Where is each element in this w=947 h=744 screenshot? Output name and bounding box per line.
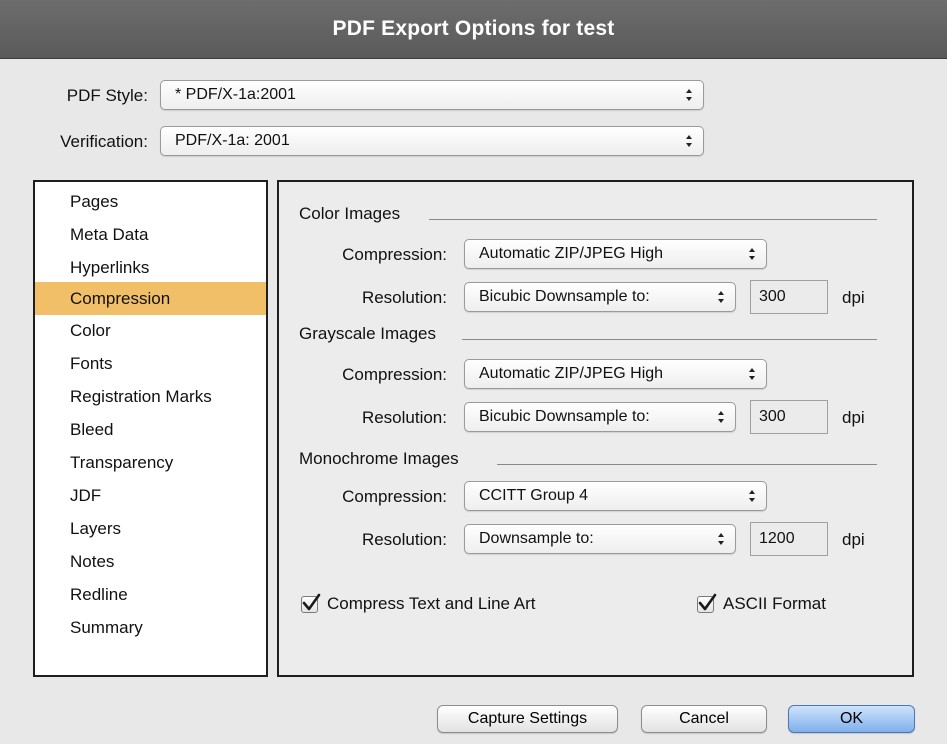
updown-arrows-icon [718,291,724,303]
grayscale-dpi-unit: dpi [842,408,865,427]
updown-arrows-icon [686,135,692,147]
sidebar-item-pages[interactable]: Pages [35,185,266,218]
grayscale-compression-select[interactable]: Automatic ZIP/JPEG High [464,359,767,389]
section-divider [497,464,877,465]
pdf-style-value: * PDF/X-1a:2001 [175,86,296,103]
section-divider [429,219,877,220]
grayscale-compression-value: Automatic ZIP/JPEG High [479,365,664,382]
sidebar-item-summary[interactable]: Summary [35,611,266,644]
updown-arrows-icon [686,89,692,101]
color-compression-label: Compression: [342,245,447,264]
sidebar-item-registration-marks[interactable]: Registration Marks [35,380,266,413]
cancel-button[interactable]: Cancel [641,705,767,733]
color-compression-select[interactable]: Automatic ZIP/JPEG High [464,239,767,269]
color-resolution-label: Resolution: [361,288,447,307]
grayscale-resolution-method: Bicubic Downsample to: [479,408,650,425]
sidebar-item-fonts[interactable]: Fonts [35,347,266,380]
verification-value: PDF/X-1a: 2001 [175,132,290,149]
section-divider [462,339,877,340]
compress-text-option[interactable]: Compress Text and Line Art [301,593,536,614]
ok-button[interactable]: OK [788,705,915,733]
sidebar-item-hyperlinks[interactable]: Hyperlinks [35,251,266,284]
compress-text-label: Compress Text and Line Art [327,594,536,613]
sidebar-item-color[interactable]: Color [35,314,266,347]
grayscale-images-heading: Grayscale Images [299,324,436,343]
color-compression-value: Automatic ZIP/JPEG High [479,245,664,262]
sidebar-item-jdf[interactable]: JDF [35,479,266,512]
monochrome-compression-value: CCITT Group 4 [479,487,589,504]
updown-arrows-icon [718,533,724,545]
ascii-format-checkbox[interactable] [697,593,717,613]
color-dpi-unit: dpi [842,288,865,307]
color-resolution-method: Bicubic Downsample to: [479,288,650,305]
color-resolution-input[interactable]: 300 [750,280,828,314]
ascii-format-option[interactable]: ASCII Format [697,593,826,614]
updown-arrows-icon [749,490,755,502]
monochrome-resolution-label: Resolution: [361,530,447,549]
updown-arrows-icon [749,368,755,380]
monochrome-resolution-input[interactable]: 1200 [750,522,828,556]
capture-settings-button[interactable]: Capture Settings [437,705,618,733]
monochrome-images-heading: Monochrome Images [299,449,459,468]
checkmark-icon [698,593,717,610]
updown-arrows-icon [718,411,724,423]
color-resolution-select[interactable]: Bicubic Downsample to: [464,282,736,312]
verification-label: Verification: [60,132,148,151]
category-list: Pages Meta Data Hyperlinks Compression C… [33,180,268,677]
monochrome-resolution-select[interactable]: Downsample to: [464,524,736,554]
compress-text-checkbox[interactable] [301,593,321,613]
checkmark-icon [302,593,321,610]
sidebar-item-redline[interactable]: Redline [35,578,266,611]
sidebar-item-notes[interactable]: Notes [35,545,266,578]
grayscale-resolution-label: Resolution: [361,408,447,427]
pdf-style-select[interactable]: * PDF/X-1a:2001 [160,80,704,110]
verification-select[interactable]: PDF/X-1a: 2001 [160,126,704,156]
monochrome-dpi-unit: dpi [842,530,865,549]
grayscale-resolution-input[interactable]: 300 [750,400,828,434]
color-images-heading: Color Images [299,204,401,223]
grayscale-resolution-select[interactable]: Bicubic Downsample to: [464,402,736,432]
pdf-style-label: PDF Style: [66,86,148,105]
sidebar-item-transparency[interactable]: Transparency [35,446,266,479]
monochrome-compression-label: Compression: [342,487,447,506]
window-title: PDF Export Options for test [332,17,615,40]
grayscale-compression-label: Compression: [342,365,447,384]
monochrome-resolution-method: Downsample to: [479,530,594,547]
sidebar-item-compression[interactable]: Compression [35,282,266,315]
sidebar-item-layers[interactable]: Layers [35,512,266,545]
compression-panel: Color Images Compression: Automatic ZIP/… [277,180,914,677]
sidebar-item-bleed[interactable]: Bleed [35,413,266,446]
monochrome-compression-select[interactable]: CCITT Group 4 [464,481,767,511]
updown-arrows-icon [749,248,755,260]
sidebar-item-meta-data[interactable]: Meta Data [35,218,266,251]
ascii-format-label: ASCII Format [723,594,826,613]
title-bar: PDF Export Options for test [0,0,947,59]
